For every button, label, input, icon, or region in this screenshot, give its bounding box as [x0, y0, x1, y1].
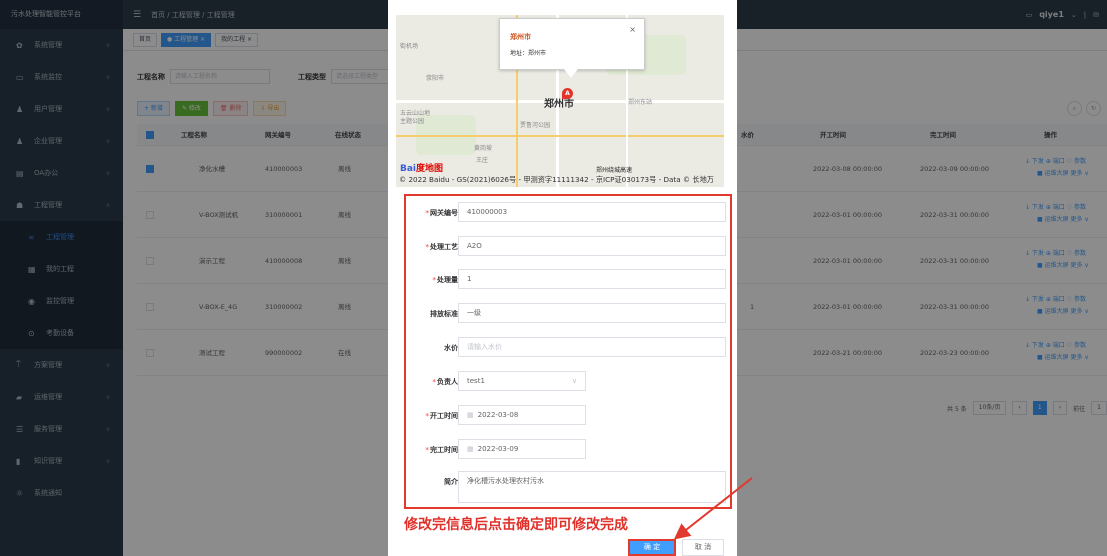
process-input[interactable]: A2O [458, 236, 726, 256]
map[interactable]: 街机场 荥阳市 郑州东站 五云山山地 主题公园 贾鲁河公园 郑州绕城高速 黄岗坡… [396, 15, 724, 187]
popup-address: 地址：郑州市 [510, 50, 547, 57]
chevron-down-icon: ∨ [571, 377, 577, 385]
owner-select[interactable]: test1 ∨ [458, 371, 586, 391]
intro-textarea[interactable]: 净化槽污水处理农村污水 [458, 471, 726, 503]
standard-input[interactable]: 一级 [458, 303, 726, 323]
close-icon[interactable]: × [629, 25, 636, 34]
map-copyright: © 2022 Baidu - GS(2021)6026号 - 甲测资字11111… [399, 175, 714, 184]
form-row-end: *完工时间 ▦ 2022-03-09 [406, 439, 728, 461]
form-row-start: *开工时间 ▦ 2022-03-08 [406, 405, 728, 427]
form-row-intro: 简介 净化槽污水处理农村污水 [406, 471, 728, 503]
form-row-process: *处理工艺 A2O [406, 236, 728, 258]
popup-title: 郑州市 [510, 33, 531, 41]
gateway-label: 网关编号 [430, 209, 458, 217]
form-row-volume: *处理量 1 [406, 269, 728, 291]
start-label: 开工时间 [430, 412, 458, 420]
cancel-button[interactable]: 取 消 [682, 539, 724, 556]
process-label: 处理工艺 [430, 243, 458, 251]
form-row-price: 水价 请输入水价 [406, 337, 728, 359]
volume-input[interactable]: 1 [458, 269, 726, 289]
gateway-input[interactable]: 410000003 [458, 202, 726, 222]
owner-label: 负责人 [437, 378, 458, 386]
end-label: 完工时间 [430, 446, 458, 454]
volume-label: 处理量 [437, 276, 458, 284]
form-row-gateway: *网关编号 410000003 [406, 202, 728, 224]
confirm-button[interactable]: 确 定 [628, 539, 676, 556]
intro-label: 简介 [444, 478, 458, 486]
edit-dialog: 街机场 荥阳市 郑州东站 五云山山地 主题公园 贾鲁河公园 郑州绕城高速 黄岗坡… [388, 0, 737, 556]
price-label: 水价 [444, 344, 458, 352]
annotation-note: 修改完信息后点击确定即可修改完成 [404, 517, 628, 533]
map-popup: 郑州市 地址：郑州市 × [499, 18, 645, 70]
start-date-picker[interactable]: ▦ 2022-03-08 [458, 405, 586, 425]
form-row-owner: *负责人 test1 ∨ [406, 371, 728, 393]
calendar-icon: ▦ [467, 411, 474, 419]
edit-form: *网关编号 410000003 *处理工艺 A2O *处理量 1 排放标准 一级… [404, 194, 732, 509]
standard-label: 排放标准 [430, 310, 458, 318]
calendar-icon: ▦ [467, 445, 474, 453]
price-input[interactable]: 请输入水价 [458, 337, 726, 357]
form-row-standard: 排放标准 一级 [406, 303, 728, 325]
baidu-logo: Bai度地图 [400, 164, 444, 174]
map-marker-icon[interactable]: A [562, 88, 573, 99]
end-date-picker[interactable]: ▦ 2022-03-09 [458, 439, 586, 459]
